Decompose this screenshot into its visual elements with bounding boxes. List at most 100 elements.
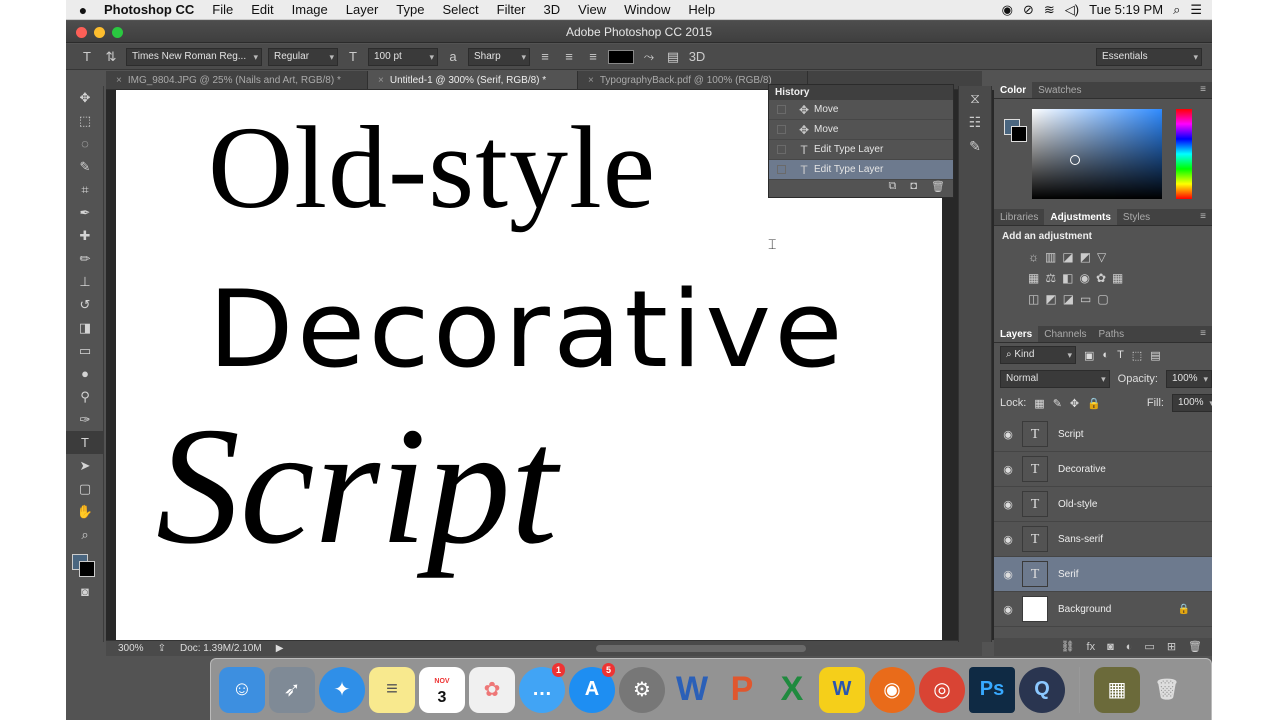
hand-tool-icon[interactable]: ✋ xyxy=(66,500,104,523)
horizontal-scroll-thumb[interactable] xyxy=(596,645,806,652)
apple-icon[interactable]: ● xyxy=(66,2,100,18)
layer-row[interactable]: ◉ T Serif xyxy=(994,557,1212,592)
lock-position-icon[interactable]: ✥ xyxy=(1070,397,1079,410)
photos-icon[interactable]: ✿ xyxy=(469,666,515,713)
powerpoint-icon[interactable]: P xyxy=(719,667,765,713)
color-lookup-icon[interactable]: ▦ xyxy=(1112,271,1123,285)
text-old-style[interactable]: Old-style xyxy=(208,100,656,236)
calendar-icon[interactable]: NOV 3 xyxy=(419,666,465,713)
record-icon[interactable]: ◉ xyxy=(1002,2,1013,18)
crop-tool-icon[interactable]: ⌗ xyxy=(66,178,104,201)
wunderlist-icon[interactable]: W xyxy=(819,666,865,713)
font-size-select[interactable]: 100 pt xyxy=(368,47,438,66)
menu-image[interactable]: Image xyxy=(283,2,337,17)
volume-icon[interactable]: ◁) xyxy=(1065,2,1079,18)
tab-color[interactable]: Color xyxy=(994,82,1033,98)
word-icon[interactable]: W xyxy=(669,667,715,713)
finder-icon[interactable]: ☺ xyxy=(219,666,265,713)
eyedropper-tool-icon[interactable]: ✒ xyxy=(66,201,104,224)
app-store-icon[interactable]: A5 xyxy=(569,662,615,713)
layer-filter-select[interactable]: ⌕ Kind xyxy=(1000,346,1076,364)
eye-icon[interactable]: ◉ xyxy=(994,428,1022,441)
menu-filter[interactable]: Filter xyxy=(488,2,535,17)
minimize-window-button[interactable] xyxy=(94,27,105,38)
marquee-tool-icon[interactable]: ⬚ xyxy=(66,109,104,132)
photoshop-icon[interactable]: Ps xyxy=(969,666,1015,713)
exposure-icon[interactable]: ◩ xyxy=(1080,250,1091,264)
text-orientation-icon[interactable]: ⇅ xyxy=(102,49,120,65)
menu-3d[interactable]: 3D xyxy=(535,2,570,17)
color-bg-swatch[interactable] xyxy=(1011,126,1027,142)
pen-tool-icon[interactable]: ✑ xyxy=(66,408,104,431)
adjustment-layer-icon[interactable]: ◐ xyxy=(1126,638,1133,656)
panel-menu-icon[interactable]: ≡ xyxy=(1200,84,1206,95)
path-select-tool-icon[interactable]: ➤ xyxy=(66,454,104,477)
brushes-panel-icon[interactable]: ✎ xyxy=(959,134,991,158)
filter-adjustment-icon[interactable]: ◐ xyxy=(1102,349,1109,361)
tab-adjustments[interactable]: Adjustments xyxy=(1044,209,1117,225)
eye-icon[interactable]: ◉ xyxy=(994,603,1022,616)
doc-size[interactable]: Doc: 1.39M/2.10M xyxy=(180,643,262,654)
history-item[interactable]: T Edit Type Layer xyxy=(769,140,953,160)
new-group-icon[interactable]: ▭ xyxy=(1144,638,1154,656)
antialias-select[interactable]: Sharp xyxy=(468,47,530,66)
hue-slider[interactable] xyxy=(1176,109,1192,199)
menu-window[interactable]: Window xyxy=(615,2,679,17)
dodge-tool-icon[interactable]: ⚲ xyxy=(66,385,104,408)
3d-icon[interactable]: 3D xyxy=(688,49,706,64)
history-panel-icon[interactable]: ⧖ xyxy=(959,86,991,110)
tab-swatches[interactable]: Swatches xyxy=(1032,82,1087,98)
menu-edit[interactable]: Edit xyxy=(242,2,282,17)
close-tab-icon[interactable]: × xyxy=(588,75,594,86)
gradient-tool-icon[interactable]: ▭ xyxy=(66,339,104,362)
delete-layer-icon[interactable]: 🗑 xyxy=(1188,638,1202,656)
tab-libraries[interactable]: Libraries xyxy=(994,209,1044,225)
lock-all-icon[interactable]: 🔒 xyxy=(1087,397,1101,410)
excel-icon[interactable]: X xyxy=(769,667,815,713)
clock[interactable]: Tue 5:19 PM xyxy=(1089,2,1163,17)
history-title[interactable]: History xyxy=(769,85,953,100)
zoom-window-button[interactable] xyxy=(112,27,123,38)
vibrance-icon[interactable]: ▽ xyxy=(1097,250,1106,264)
eye-icon[interactable]: ◉ xyxy=(994,463,1022,476)
history-item[interactable]: ✥ Move xyxy=(769,120,953,140)
tab-channels[interactable]: Channels xyxy=(1038,326,1092,342)
wifi-icon[interactable]: ≋ xyxy=(1044,2,1055,18)
layer-row[interactable]: ◉ T Decorative xyxy=(994,452,1212,487)
align-right-icon[interactable]: ≡ xyxy=(584,49,602,64)
color-balance-icon[interactable]: ⚖ xyxy=(1045,271,1056,285)
history-checkbox[interactable] xyxy=(777,145,786,154)
history-checkbox[interactable] xyxy=(777,165,786,174)
trash-icon[interactable]: 🗑 xyxy=(1144,667,1190,713)
status-menu-icon[interactable]: ▶ xyxy=(276,643,284,654)
threshold-icon[interactable]: ◪ xyxy=(1063,292,1074,306)
lasso-tool-icon[interactable]: ◌ xyxy=(66,132,104,155)
layer-row[interactable]: ◉ T Old-style xyxy=(994,487,1212,522)
workspace-select[interactable]: Essentials xyxy=(1096,47,1202,66)
history-item[interactable]: T Edit Type Layer xyxy=(769,160,953,180)
font-style-select[interactable]: Regular xyxy=(268,47,338,66)
menu-view[interactable]: View xyxy=(569,2,615,17)
blend-mode-select[interactable]: Normal xyxy=(1000,370,1110,388)
history-item[interactable]: ✥ Move xyxy=(769,100,953,120)
text-color-swatch[interactable] xyxy=(608,49,634,64)
tab-untitled1[interactable]: × Untitled-1 @ 300% (Serif, RGB/8) * xyxy=(368,71,578,89)
rectangle-tool-icon[interactable]: ▢ xyxy=(66,477,104,500)
tab-layers[interactable]: Layers xyxy=(994,326,1039,342)
system-preferences-icon[interactable]: ⚙ xyxy=(619,666,665,713)
eye-icon[interactable]: ◉ xyxy=(994,533,1022,546)
align-center-icon[interactable]: ≡ xyxy=(560,49,578,64)
menu-app[interactable]: Photoshop CC xyxy=(100,2,203,17)
text-decorative[interactable]: Decorative xyxy=(208,268,846,391)
properties-panel-icon[interactable]: ☷ xyxy=(959,110,991,134)
zoom-level[interactable]: 300% xyxy=(118,643,144,654)
safari-icon[interactable]: ✦ xyxy=(319,666,365,713)
layer-style-icon[interactable]: fx xyxy=(1087,638,1096,656)
close-tab-icon[interactable]: × xyxy=(116,75,122,86)
fill-field[interactable]: 100% xyxy=(1171,394,1212,412)
quick-mask-icon[interactable]: ◙ xyxy=(66,580,104,603)
new-layer-icon[interactable]: ⊞ xyxy=(1167,638,1176,656)
color-picker-field[interactable] xyxy=(1032,109,1162,199)
curves-icon[interactable]: ◪ xyxy=(1062,250,1073,264)
menu-help[interactable]: Help xyxy=(679,2,724,17)
